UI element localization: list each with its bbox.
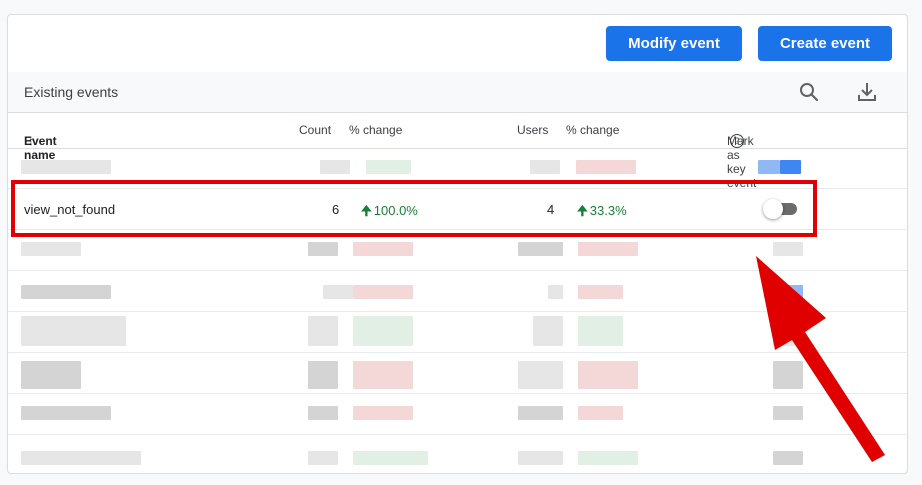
- redacted-cell: [533, 316, 563, 346]
- arrow-up-icon: 🠉: [577, 203, 588, 218]
- redacted-cell: [758, 160, 780, 174]
- column-header-users[interactable]: Users: [517, 123, 548, 137]
- column-header-count[interactable]: Count: [299, 123, 331, 137]
- redacted-cell: [548, 285, 563, 299]
- redacted-cell: [320, 160, 350, 174]
- create-event-button[interactable]: Create event: [758, 26, 892, 61]
- toggle-knob: [763, 199, 783, 219]
- redacted-cell: [578, 451, 638, 465]
- download-icon[interactable]: [855, 80, 879, 104]
- redacted-cell: [780, 160, 801, 174]
- redacted-cell: [353, 406, 413, 420]
- events-card: Modify event Create event Existing event…: [7, 14, 908, 474]
- redacted-cell: [578, 406, 623, 420]
- column-header-count-change[interactable]: % change: [349, 123, 402, 137]
- redacted-cell: [578, 242, 638, 256]
- sort-ascending-icon[interactable]: ↑: [28, 134, 34, 148]
- table-row[interactable]: [8, 271, 907, 312]
- redacted-cell: [21, 451, 141, 465]
- redacted-cell: [353, 451, 428, 465]
- redacted-cell: [576, 160, 636, 174]
- search-icon[interactable]: [797, 80, 821, 104]
- table-toolbar: Existing events: [8, 72, 907, 113]
- section-title: Existing events: [24, 84, 119, 100]
- modify-event-button[interactable]: Modify event: [606, 26, 742, 61]
- redacted-cell: [518, 361, 563, 389]
- users-cell: 4: [547, 202, 555, 217]
- table-row[interactable]: view_not_found 6 🠉 100.0% 4 🠉 33.3%: [8, 189, 907, 230]
- redacted-cell: [578, 285, 623, 299]
- redacted-cell: [773, 361, 803, 389]
- redacted-cell: [578, 361, 638, 389]
- redacted-cell: [773, 316, 803, 346]
- redacted-cell: [308, 406, 338, 420]
- key-event-toggle[interactable]: [763, 199, 799, 219]
- help-icon[interactable]: ?: [730, 134, 744, 148]
- redacted-cell: [518, 406, 563, 420]
- event-name-cell[interactable]: view_not_found: [24, 202, 115, 217]
- table-row[interactable]: [8, 353, 907, 394]
- table-row[interactable]: [8, 435, 907, 473]
- action-bar: Modify event Create event: [8, 15, 907, 73]
- redacted-cell: [21, 285, 111, 299]
- redacted-cell: [308, 451, 338, 465]
- redacted-cell: [323, 285, 353, 299]
- redacted-cell: [353, 316, 413, 346]
- redacted-cell: [518, 242, 563, 256]
- table-row[interactable]: [8, 148, 907, 189]
- redacted-cell: [353, 242, 413, 256]
- redacted-cell: [21, 316, 126, 346]
- arrow-up-icon: 🠉: [361, 203, 372, 218]
- redacted-cell: [578, 316, 623, 346]
- redacted-cell: [21, 242, 81, 256]
- redacted-cell: [366, 160, 411, 174]
- redacted-cell: [773, 451, 803, 465]
- table-header: Event name ↑ Count % change Users % chang…: [8, 112, 907, 190]
- redacted-cell: [530, 160, 560, 174]
- count-change-cell: 🠉 100.0%: [361, 202, 418, 224]
- redacted-cell: [21, 361, 81, 389]
- users-change-cell: 🠉 33.3%: [577, 202, 627, 224]
- redacted-cell: [773, 242, 803, 256]
- redacted-cell: [308, 361, 338, 389]
- redacted-cell: [353, 285, 413, 299]
- redacted-cell: [518, 451, 563, 465]
- redacted-cell: [308, 242, 338, 256]
- table-row[interactable]: [8, 394, 907, 435]
- column-header-users-change[interactable]: % change: [566, 123, 619, 137]
- redacted-cell: [353, 361, 413, 389]
- table-row[interactable]: [8, 312, 907, 353]
- redacted-cell: [773, 406, 803, 420]
- redacted-cell: [308, 316, 338, 346]
- count-cell: 6: [332, 202, 340, 217]
- redacted-cell: [21, 160, 111, 174]
- redacted-cell: [773, 285, 803, 299]
- table-row[interactable]: [8, 230, 907, 271]
- redacted-cell: [21, 406, 111, 420]
